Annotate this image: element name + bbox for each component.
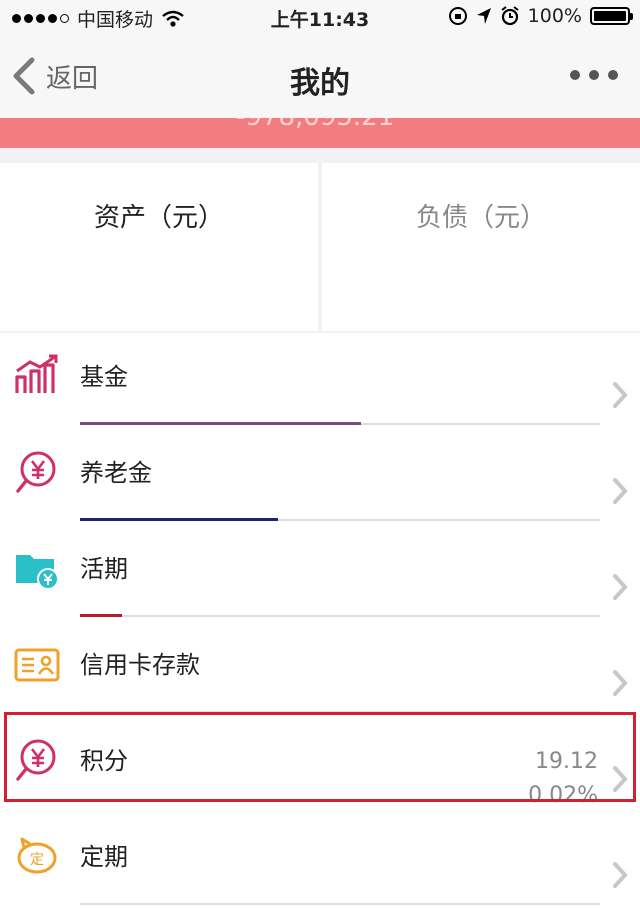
rotation-lock-icon bbox=[448, 7, 467, 25]
nav-bar: 返回 我的 bbox=[0, 34, 640, 118]
list-item-fixed-deposit[interactable]: 定 定期 bbox=[0, 817, 640, 908]
list-item-pension[interactable]: 养老金 bbox=[0, 433, 640, 529]
divider bbox=[80, 903, 600, 905]
assets-card[interactable]: 资产（元） bbox=[0, 163, 318, 331]
net-value: -978,095.21 bbox=[236, 118, 394, 132]
progress-bar bbox=[80, 518, 278, 521]
status-right: 100% bbox=[448, 5, 633, 27]
credit-card-icon bbox=[14, 648, 60, 682]
list-item-label: 基金 bbox=[80, 363, 128, 391]
fund-chart-icon bbox=[15, 354, 58, 393]
battery-percent: 100% bbox=[527, 5, 582, 27]
battery-icon bbox=[590, 7, 633, 25]
more-dot bbox=[608, 70, 618, 80]
more-dot bbox=[589, 70, 599, 80]
progress-bar bbox=[80, 422, 361, 425]
chevron-right-icon bbox=[613, 574, 628, 600]
summary-cards: 资产（元） 负债（元） bbox=[0, 163, 640, 331]
progress-bar bbox=[80, 614, 122, 617]
net-value-banner: -978,095.21 bbox=[0, 118, 640, 148]
chevron-right-icon bbox=[613, 382, 628, 408]
category-list: 基金 养老金 活期 信用卡存款 积分 19.12 0.02% 定 定期 bbox=[0, 333, 640, 908]
location-arrow-icon bbox=[476, 8, 491, 24]
pension-yuan-icon bbox=[16, 451, 56, 493]
list-item-credit-card-deposit[interactable]: 信用卡存款 bbox=[0, 625, 640, 721]
svg-text:定: 定 bbox=[30, 852, 44, 868]
more-button[interactable] bbox=[570, 70, 618, 80]
list-item-label: 定期 bbox=[80, 843, 128, 871]
piggy-bank-icon: 定 bbox=[17, 837, 57, 874]
list-item-fund[interactable]: 基金 bbox=[0, 337, 640, 433]
list-item-label: 信用卡存款 bbox=[80, 651, 200, 679]
liabilities-label: 负债（元） bbox=[415, 203, 546, 233]
liabilities-card[interactable]: 负债（元） bbox=[322, 163, 640, 331]
status-bar: 中国移动 上午11:43 100% bbox=[0, 0, 640, 34]
list-item-label: 活期 bbox=[80, 555, 128, 583]
highlight-box bbox=[4, 712, 636, 802]
chevron-right-icon bbox=[613, 862, 628, 888]
chevron-right-icon bbox=[613, 478, 628, 504]
folder-yuan-icon bbox=[16, 555, 59, 590]
list-item-label: 养老金 bbox=[80, 459, 152, 487]
more-dot bbox=[570, 70, 580, 80]
alarm-icon bbox=[501, 6, 519, 26]
page-title: 我的 bbox=[290, 66, 350, 101]
chevron-right-icon bbox=[613, 670, 628, 696]
list-item-current[interactable]: 活期 bbox=[0, 529, 640, 625]
divider bbox=[80, 615, 600, 617]
assets-label: 资产（元） bbox=[93, 203, 224, 233]
